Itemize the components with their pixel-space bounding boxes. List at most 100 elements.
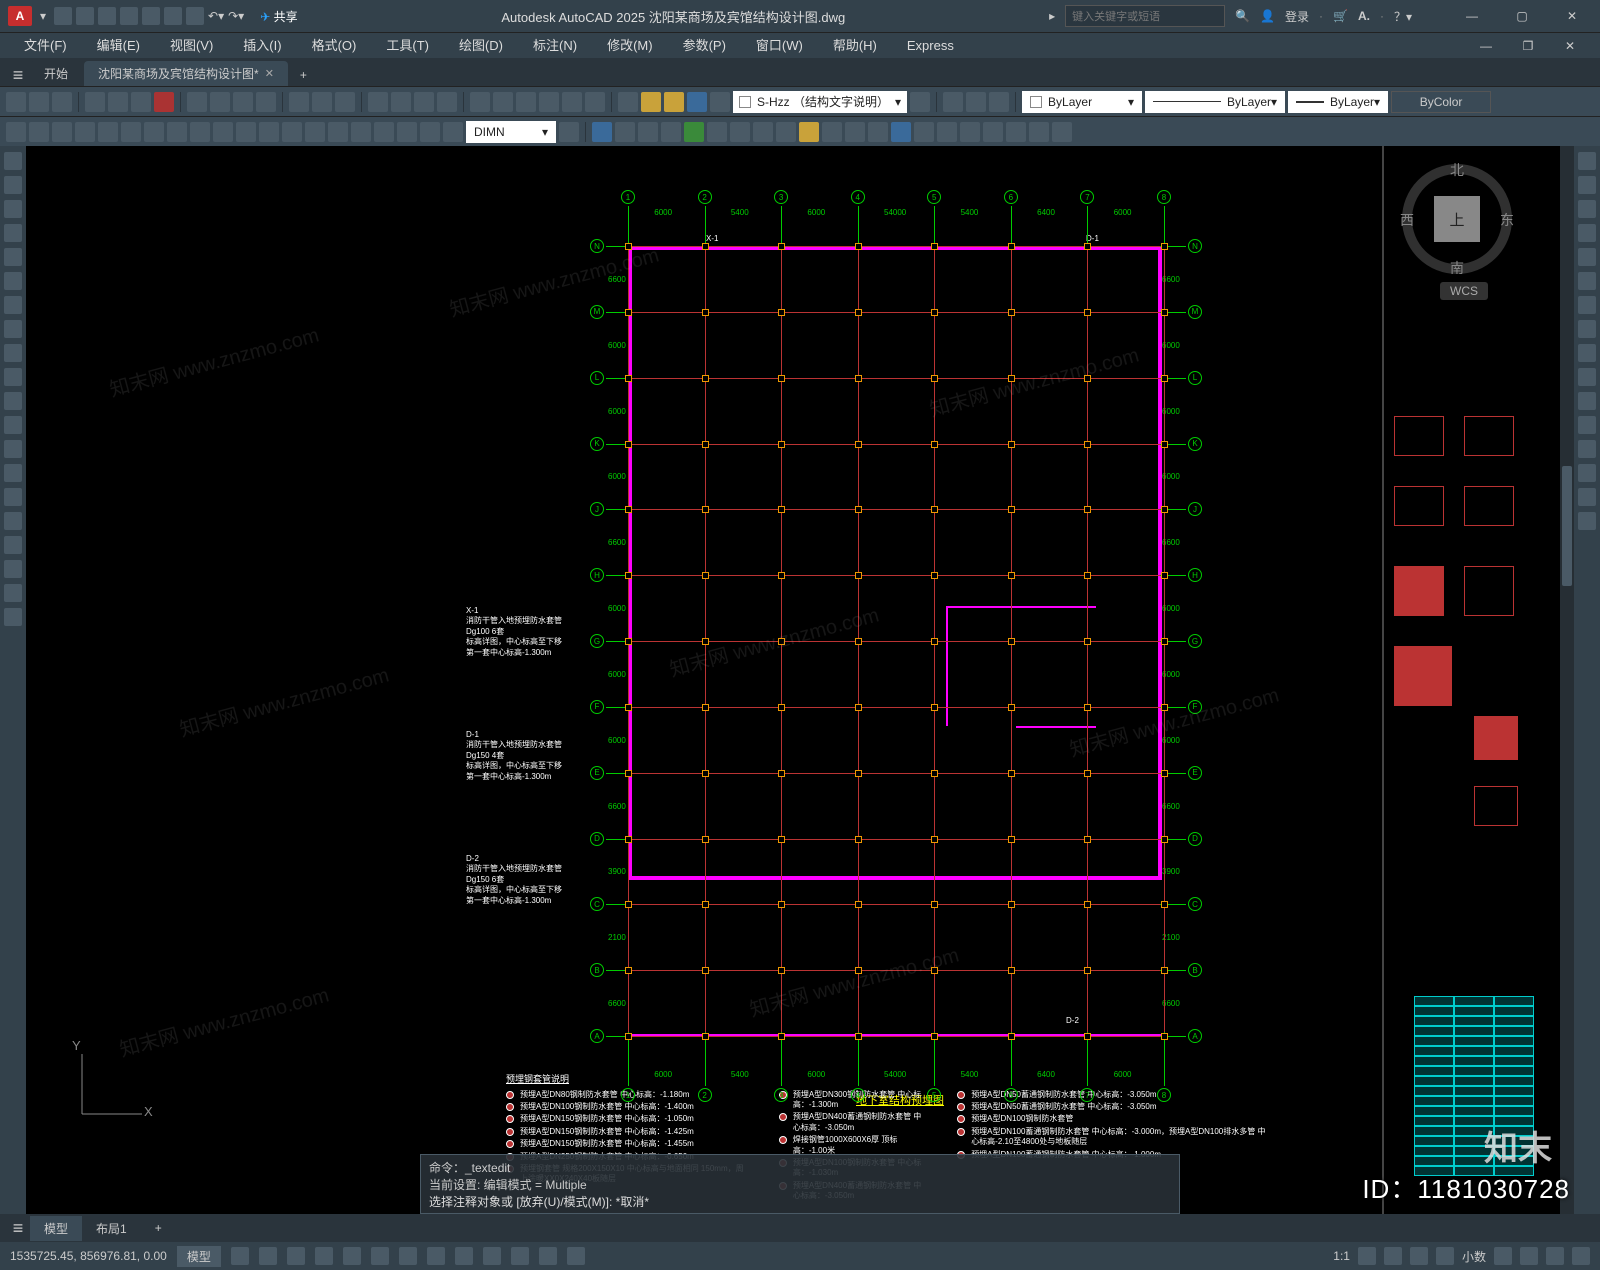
app-menu-caret[interactable]: ▾ bbox=[40, 9, 46, 23]
ucs-icon[interactable]: X Y bbox=[72, 1044, 152, 1124]
viewcube-north[interactable]: 北 bbox=[1450, 160, 1464, 180]
tb2-icon[interactable] bbox=[684, 122, 704, 142]
share-button[interactable]: ✈ 共享 bbox=[260, 8, 297, 25]
tool-rect-icon[interactable] bbox=[4, 248, 22, 266]
tb2-icon[interactable] bbox=[1006, 122, 1026, 142]
tb2-icon[interactable] bbox=[753, 122, 773, 142]
tb-layerprev-icon[interactable] bbox=[910, 92, 930, 112]
doc-close-button[interactable]: ✕ bbox=[1550, 35, 1590, 57]
menu-insert[interactable]: 插入(I) bbox=[229, 33, 295, 59]
drawing-canvas[interactable]: 上 北 南 东 西 WCS 地下室结构预埋图 X-1 D-1 D-2 bbox=[26, 146, 1574, 1214]
lineweight-dropdown[interactable]: ByLayer ▾ bbox=[1288, 91, 1388, 113]
mod-trim-icon[interactable] bbox=[1578, 368, 1596, 386]
tb2-icon[interactable] bbox=[914, 122, 934, 142]
dim-arc-icon[interactable] bbox=[52, 122, 72, 142]
status-mode-button[interactable]: 模型 bbox=[177, 1246, 221, 1267]
tolerance-icon[interactable] bbox=[305, 122, 325, 142]
tb-matchprop-icon[interactable] bbox=[256, 92, 276, 112]
qat-save-icon[interactable] bbox=[98, 7, 116, 25]
autodesk-app-icon[interactable]: A. bbox=[1358, 9, 1370, 23]
tb-block-icon[interactable] bbox=[289, 92, 309, 112]
tb2-icon[interactable] bbox=[1029, 122, 1049, 142]
tb-steering-icon[interactable] bbox=[437, 92, 457, 112]
dim-quick-icon[interactable] bbox=[190, 122, 210, 142]
tool-block-icon[interactable] bbox=[4, 440, 22, 458]
tb-plot-icon[interactable] bbox=[85, 92, 105, 112]
scrollbar-vertical[interactable] bbox=[1560, 146, 1574, 1214]
tool-ellarc-icon[interactable] bbox=[4, 392, 22, 410]
status-transp-icon[interactable] bbox=[539, 1247, 557, 1265]
layer-dropdown[interactable]: S-Hzz （结构文字说明） ▾ bbox=[733, 91, 907, 113]
login-label[interactable]: 登录 bbox=[1285, 8, 1309, 25]
tb-undo-icon[interactable] bbox=[312, 92, 332, 112]
qat-web-save-icon[interactable] bbox=[164, 7, 182, 25]
tb-layeriso-icon[interactable] bbox=[618, 92, 638, 112]
tool-line-icon[interactable] bbox=[4, 152, 22, 170]
tb-sheetmgr-icon[interactable] bbox=[539, 92, 559, 112]
menu-help[interactable]: 帮助(H) bbox=[819, 33, 891, 59]
tab-document-close-icon[interactable]: ✕ bbox=[265, 67, 274, 80]
tb-layeron-icon[interactable] bbox=[641, 92, 661, 112]
cart-icon[interactable]: 🛒 bbox=[1333, 9, 1348, 23]
menu-edit[interactable]: 编辑(E) bbox=[83, 33, 154, 59]
mod-stretch-icon[interactable] bbox=[1578, 344, 1596, 362]
dim-aligned-icon[interactable] bbox=[29, 122, 49, 142]
dim-linear-icon[interactable] bbox=[6, 122, 26, 142]
tb2-icon[interactable] bbox=[822, 122, 842, 142]
tb-open-icon[interactable] bbox=[29, 92, 49, 112]
doc-minimize-button[interactable]: — bbox=[1466, 35, 1506, 57]
tool-ellipse-icon[interactable] bbox=[4, 368, 22, 386]
mod-scale-icon[interactable] bbox=[1578, 320, 1596, 338]
color-dropdown[interactable]: ByLayer▾ bbox=[1022, 91, 1142, 113]
status-osnap-icon[interactable] bbox=[427, 1247, 445, 1265]
tb-orbit-icon[interactable] bbox=[414, 92, 434, 112]
tb2-icon[interactable] bbox=[891, 122, 911, 142]
dim-space-icon[interactable] bbox=[259, 122, 279, 142]
tb2-icon[interactable] bbox=[1052, 122, 1072, 142]
menu-view[interactable]: 视图(V) bbox=[156, 33, 227, 59]
tool-table-icon[interactable] bbox=[4, 560, 22, 578]
mod-offset-icon[interactable] bbox=[1578, 224, 1596, 242]
tb2-icon[interactable] bbox=[960, 122, 980, 142]
status-custom-icon[interactable] bbox=[1572, 1247, 1590, 1265]
status-snap-icon[interactable] bbox=[259, 1247, 277, 1265]
tb-preview-icon[interactable] bbox=[108, 92, 128, 112]
tool-insert-icon[interactable] bbox=[4, 416, 22, 434]
tb-redo-icon[interactable] bbox=[335, 92, 355, 112]
dim-edit-icon[interactable] bbox=[397, 122, 417, 142]
dimstyle-dropdown[interactable]: DIMN▾ bbox=[466, 121, 556, 143]
tb2-icon[interactable] bbox=[983, 122, 1003, 142]
tb-copy-icon[interactable] bbox=[210, 92, 230, 112]
tool-arc-icon[interactable] bbox=[4, 272, 22, 290]
app-logo[interactable]: A bbox=[8, 6, 32, 26]
dim-jog-icon[interactable] bbox=[121, 122, 141, 142]
mod-rotate-icon[interactable] bbox=[1578, 296, 1596, 314]
help-search-input[interactable]: 键入关键字或短语 bbox=[1065, 5, 1225, 27]
wcs-label[interactable]: WCS bbox=[1440, 282, 1488, 300]
mod-join-icon[interactable] bbox=[1578, 440, 1596, 458]
tb-markup-icon[interactable] bbox=[562, 92, 582, 112]
plotstyle-dropdown[interactable]: ByColor bbox=[1391, 91, 1491, 113]
status-polar-icon[interactable] bbox=[371, 1247, 389, 1265]
tb2-icon[interactable] bbox=[638, 122, 658, 142]
linetype-dropdown[interactable]: ByLayer ▾ bbox=[1145, 91, 1285, 113]
tool-addsel-icon[interactable] bbox=[4, 608, 22, 626]
qat-undo-icon[interactable]: ↶▾ bbox=[208, 9, 224, 23]
tool-circle-icon[interactable] bbox=[4, 296, 22, 314]
tool-pline-icon[interactable] bbox=[4, 200, 22, 218]
mod-break-icon[interactable] bbox=[1578, 416, 1596, 434]
tb-cut-icon[interactable] bbox=[187, 92, 207, 112]
status-dyninput-icon[interactable] bbox=[315, 1247, 333, 1265]
tb2-icon[interactable] bbox=[615, 122, 635, 142]
qat-new-icon[interactable] bbox=[54, 7, 72, 25]
tab-add-button[interactable]: + bbox=[290, 64, 317, 86]
status-ortho-icon[interactable] bbox=[343, 1247, 361, 1265]
mod-copy-icon[interactable] bbox=[1578, 176, 1596, 194]
viewcube-east[interactable]: 东 bbox=[1500, 210, 1514, 230]
tb-layerprops-icon[interactable] bbox=[710, 92, 730, 112]
tb-sheetset-icon[interactable] bbox=[154, 92, 174, 112]
help-icon[interactable]: ？▾ bbox=[1394, 8, 1412, 25]
tab-model[interactable]: 模型 bbox=[30, 1216, 82, 1241]
view-cube[interactable]: 上 北 南 东 西 bbox=[1402, 164, 1512, 274]
tb-paste-icon[interactable] bbox=[233, 92, 253, 112]
